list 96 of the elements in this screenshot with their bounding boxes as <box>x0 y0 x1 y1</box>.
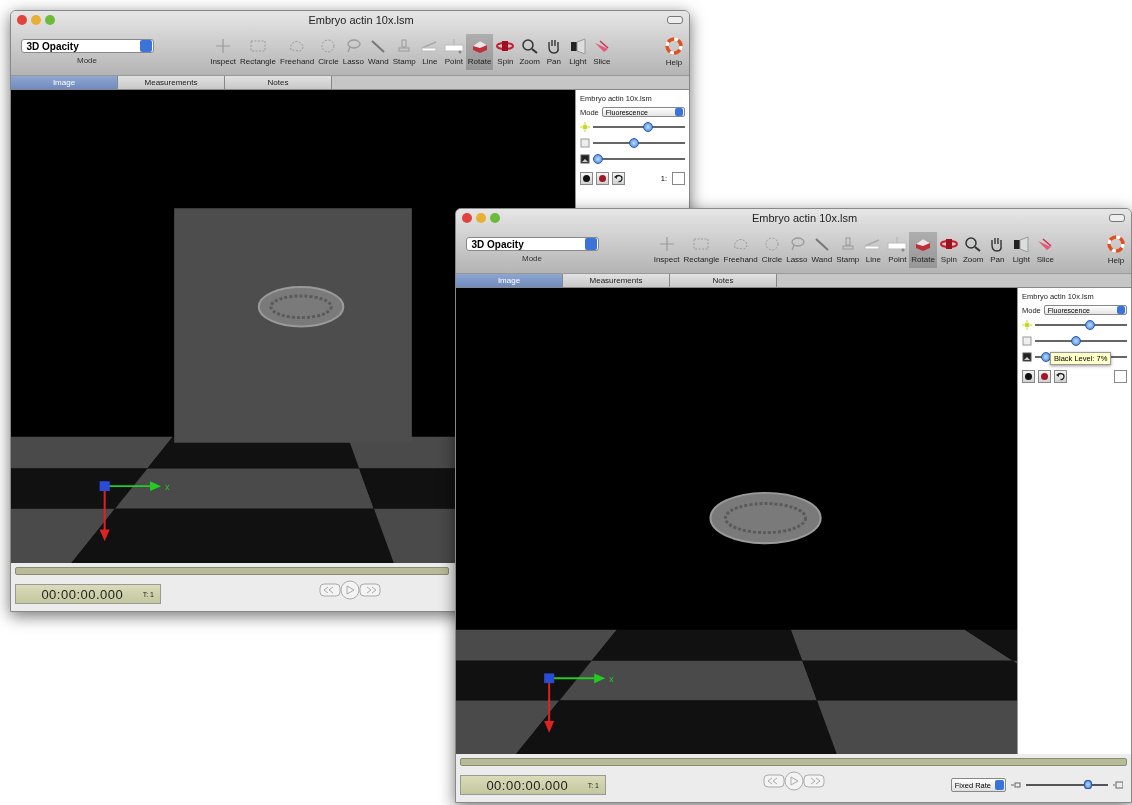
tab[interactable]: Notes <box>670 274 777 287</box>
tool-button[interactable]: Rotate <box>465 34 494 70</box>
tool-button[interactable]: Slice <box>1033 232 1058 268</box>
mode-dropdown[interactable]: 3D Opacity <box>20 39 154 53</box>
picture-icon <box>580 154 590 164</box>
small-frame-icon <box>1011 781 1021 789</box>
tool-button[interactable]: Pan <box>985 232 1010 268</box>
tool-button[interactable]: Point <box>885 232 910 268</box>
dot-icon <box>1025 373 1032 380</box>
dot-icon <box>583 175 590 182</box>
3d-viewport[interactable]: x <box>456 288 1017 754</box>
toolbar-toggle-icon[interactable] <box>1109 214 1125 222</box>
tool-button[interactable]: Line <box>417 34 442 70</box>
tab[interactable]: Measurements <box>563 274 670 287</box>
tool-button[interactable]: Rotate <box>909 232 937 268</box>
undo-button[interactable] <box>612 172 625 185</box>
timecode: 00:00:00.000 <box>485 777 570 793</box>
dot-icon <box>1041 373 1048 380</box>
ring-icon <box>938 236 959 252</box>
axis-label: x <box>165 482 170 493</box>
dashed-rectangle-icon <box>248 38 268 54</box>
slider-thumb[interactable] <box>643 122 654 132</box>
dashed-rectangle-icon <box>691 236 712 252</box>
lifebuoy-icon <box>1107 235 1125 253</box>
channel-toggle-button[interactable] <box>1038 370 1051 383</box>
tool-button[interactable]: Spin <box>493 34 518 70</box>
tool-button[interactable]: Pan <box>541 34 566 70</box>
playback-controls-icon[interactable] <box>762 771 825 791</box>
tool-button[interactable]: Slice <box>589 34 614 70</box>
display-toggle-button[interactable] <box>1022 370 1035 383</box>
tool-button[interactable]: Spin <box>936 232 961 268</box>
close-icon[interactable] <box>462 213 472 223</box>
toolbar-toggle-icon[interactable] <box>667 16 683 24</box>
display-toggle-button[interactable] <box>580 172 593 185</box>
slider-thumb[interactable] <box>629 138 640 148</box>
tool-button[interactable]: Light <box>1009 232 1034 268</box>
tool-button[interactable]: Stamp <box>390 34 418 70</box>
slider-thumb[interactable] <box>1071 336 1082 346</box>
tool-button[interactable]: Wand <box>809 232 835 268</box>
slider-thumb[interactable] <box>1083 780 1092 789</box>
axis-label: x <box>609 674 614 685</box>
tool-button[interactable]: Line <box>861 232 886 268</box>
tool-button[interactable]: Inspect <box>208 34 238 70</box>
bar-icon <box>443 38 464 54</box>
tool-button[interactable]: Circle <box>316 34 341 70</box>
timecode: 00:00:00.000 <box>40 586 125 602</box>
tool-button[interactable]: Circle <box>759 232 785 268</box>
tool-button[interactable]: Stamp <box>834 232 862 268</box>
mode-label: Mode <box>522 254 542 263</box>
tool-button[interactable]: Wand <box>366 34 391 70</box>
channel-toggle-button[interactable] <box>596 172 609 185</box>
tool-button[interactable]: Zoom <box>517 34 542 70</box>
tool-button[interactable]: Lasso <box>340 34 367 70</box>
bar-icon <box>887 236 908 252</box>
square-icon <box>580 138 590 148</box>
magnifier-icon <box>519 38 540 54</box>
tool-button[interactable]: Lasso <box>784 232 810 268</box>
playback-controls-icon[interactable] <box>319 580 381 600</box>
tool-button[interactable]: Point <box>441 34 466 70</box>
square-icon <box>1022 336 1032 346</box>
tool-button[interactable]: Freehand <box>278 34 317 70</box>
lifebuoy-icon <box>665 37 683 55</box>
tool-button[interactable]: Rectangle <box>681 232 722 268</box>
window-title: Embryo actin 10x.lsm <box>307 14 415 26</box>
window-title: Embryo actin 10x.lsm <box>750 212 859 224</box>
tab[interactable]: Notes <box>225 76 332 89</box>
tool-button[interactable]: Freehand <box>721 232 760 268</box>
sun-icon <box>1022 320 1032 330</box>
picture-icon <box>1022 352 1032 362</box>
undo-icon <box>614 174 623 183</box>
tool-button[interactable]: Light <box>565 34 590 70</box>
undo-button[interactable] <box>1054 370 1067 383</box>
ring-icon <box>495 38 516 54</box>
undo-icon <box>1056 372 1065 381</box>
line-icon <box>419 38 440 54</box>
slider-thumb[interactable] <box>592 154 603 164</box>
timeline-track[interactable] <box>15 567 449 575</box>
sun-icon <box>580 122 590 132</box>
help-button[interactable]: Help <box>1107 235 1125 265</box>
slider-thumb[interactable] <box>1085 320 1096 330</box>
channel-checkbox[interactable] <box>672 172 685 185</box>
tab[interactable]: Measurements <box>118 76 225 89</box>
mode-label: Mode <box>77 56 97 65</box>
help-button[interactable]: Help <box>665 37 683 67</box>
mode-dropdown[interactable]: 3D Opacity <box>465 237 599 251</box>
tool-button[interactable]: Zoom <box>960 232 986 268</box>
spotlight-icon <box>1011 236 1032 252</box>
channel-checkbox[interactable] <box>1114 370 1127 383</box>
tool-button[interactable]: Rectangle <box>237 34 278 70</box>
dot-icon <box>599 175 606 182</box>
tool-button[interactable]: Inspect <box>651 232 682 268</box>
large-frame-icon <box>1113 781 1123 789</box>
axis-indicator-drawing <box>544 673 606 733</box>
timeline-track[interactable] <box>460 758 1127 766</box>
axis-indicator-drawing <box>99 481 162 542</box>
close-icon[interactable] <box>17 15 27 25</box>
